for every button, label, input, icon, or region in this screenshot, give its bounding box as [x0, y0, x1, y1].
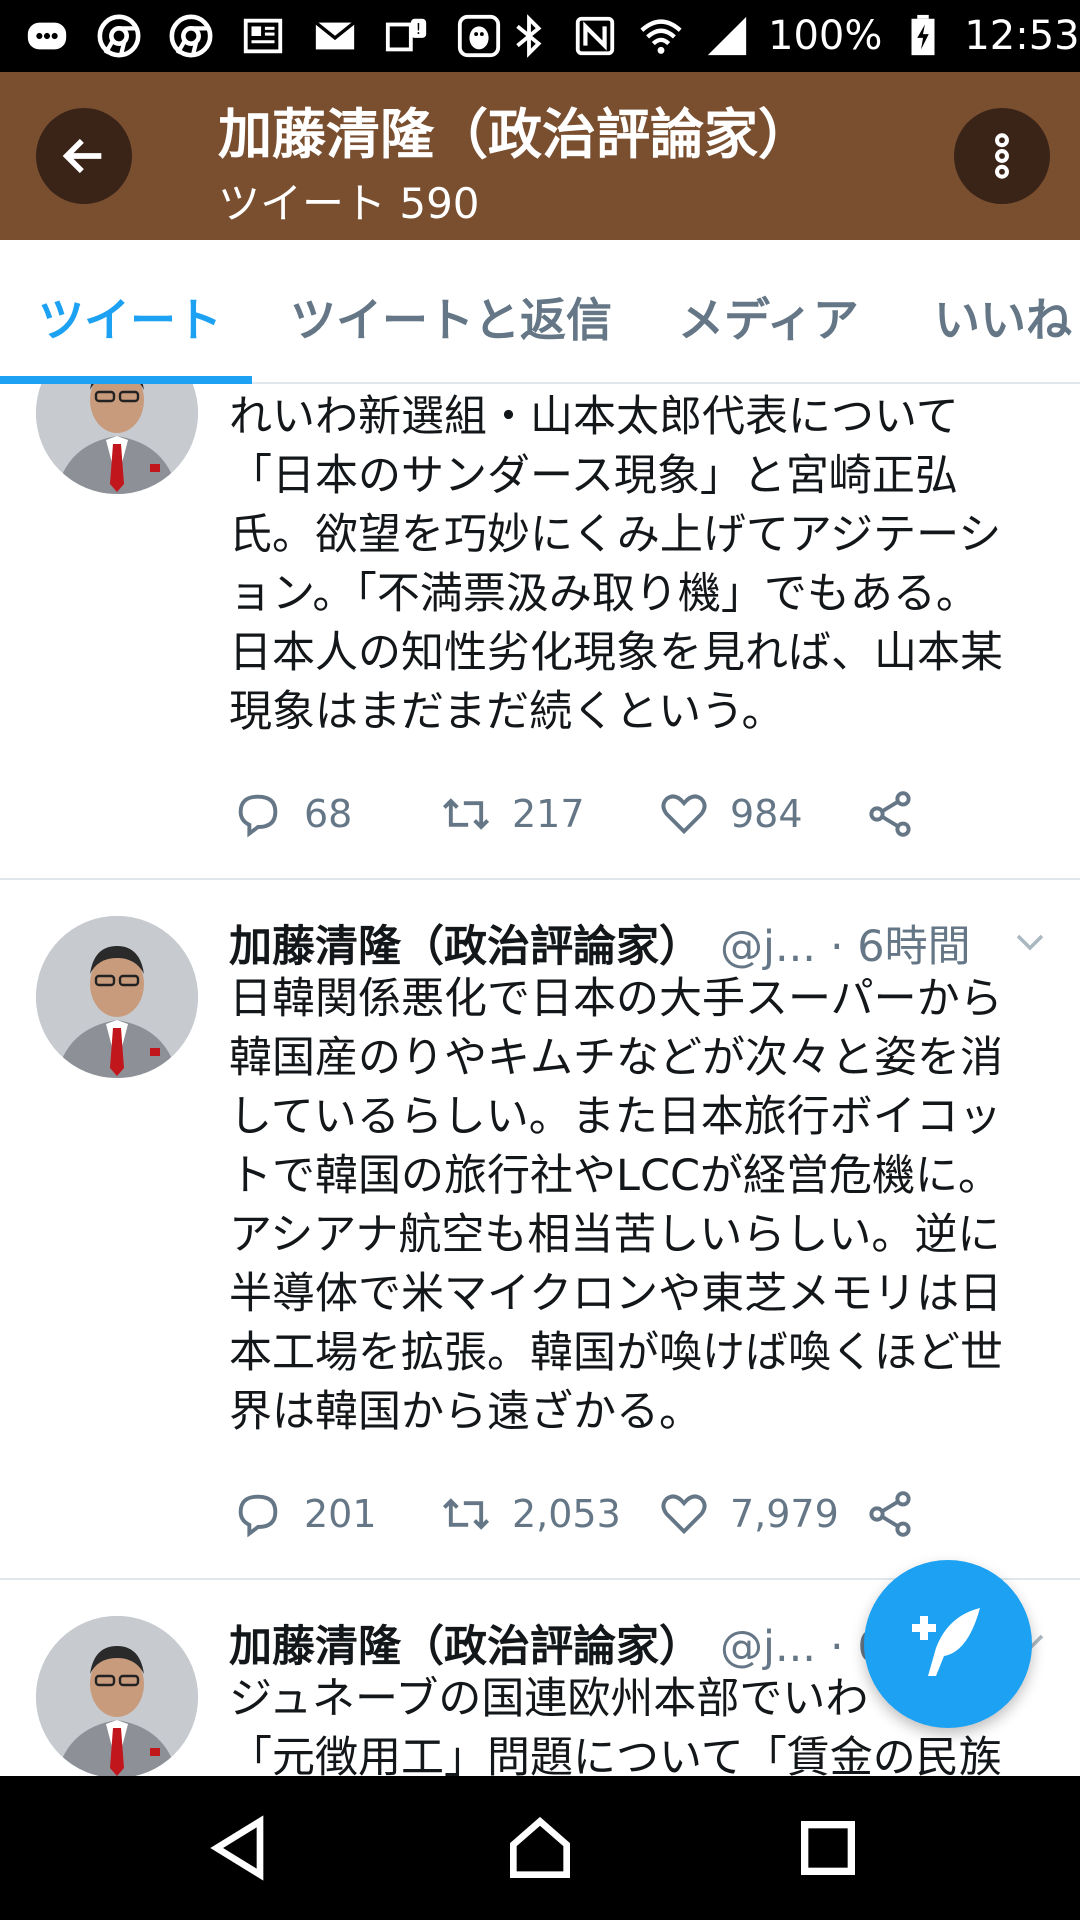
mail-icon [310, 11, 360, 61]
tweet-line: 現象はまだまだ続くという。 [229, 687, 785, 737]
author-name[interactable]: 加藤清隆（政治評論家） [229, 1612, 702, 1674]
news-icon [238, 11, 288, 61]
tweet-actions: 201 2,053 7,979 [232, 1488, 952, 1548]
tweet-line: 「元徴用工」問題について「賃金の民族 [229, 1733, 1002, 1776]
cellular-signal-icon [702, 11, 752, 61]
tweet-line: 半導体で米マイクロンや東芝メモリは日 [229, 1269, 1003, 1319]
retweet-count: 2,053 [512, 1492, 621, 1536]
chrome-icon [166, 11, 216, 61]
heart-icon [661, 794, 707, 835]
back-triangle-icon [210, 1815, 264, 1881]
heart-icon [661, 1494, 707, 1535]
notification-icons: ! [22, 11, 504, 61]
message-alert-icon: ! [382, 11, 432, 61]
more-options-button[interactable] [954, 108, 1050, 204]
arrow-left-icon [62, 138, 102, 174]
author-handle[interactable]: @j... [720, 922, 816, 972]
avatar[interactable] [36, 384, 198, 494]
chevron-down-icon[interactable] [1012, 924, 1048, 960]
tweet-line: 日韓関係悪化で日本の大手スーパーから [229, 974, 1003, 1024]
reply-icon [238, 794, 278, 838]
battery-charging-icon [898, 11, 948, 61]
tab-tweets-and-replies[interactable]: ツイートと返信 [290, 284, 612, 350]
chrome-icon [94, 11, 144, 61]
tweet-header: 加藤清隆（政治評論家） @j... · 6時間 [229, 912, 971, 974]
tweet-text: 日韓関係悪化で日本の大手スーパーから 韓国産のりやキムチなどが次々と姿を消 して… [229, 970, 1049, 1442]
tweet-count: ツイート 590 [218, 179, 480, 228]
tweet-line: 日本人の知性劣化現象を見れば、山本某 [229, 628, 1003, 678]
retweet-button[interactable]: 217 [440, 788, 585, 840]
home-icon [510, 1816, 570, 1878]
tweet-line: アシアナ航空も相当苦しいらしい。逆に [229, 1210, 1001, 1260]
author-name[interactable]: 加藤清隆（政治評論家） [229, 912, 702, 974]
tweet-item[interactable]: 加藤清隆（政治評論家） @j... · 6時間 日韓関係悪化で日本の大手スーパー… [0, 880, 1080, 1580]
wifi-icon [636, 11, 686, 61]
avatar[interactable] [36, 1616, 198, 1776]
like-count: 7,979 [730, 1492, 839, 1536]
tweet-header: 加藤清隆（政治評論家） @j... · 6 [229, 1612, 885, 1674]
active-tab-indicator [0, 376, 252, 384]
nfc-icon [570, 11, 620, 61]
reply-icon [238, 1494, 278, 1538]
tweet-line: しているらしい。また日本旅行ボイコッ [229, 1092, 1002, 1142]
avatar[interactable] [36, 916, 198, 1078]
tab-media[interactable]: メディア [678, 284, 859, 350]
tab-likes[interactable]: いいね [934, 284, 1072, 350]
tweet-line: 界は韓国から遠ざかる。 [229, 1387, 702, 1437]
bird-icon [454, 11, 504, 61]
retweet-button[interactable]: 2,053 [440, 1488, 621, 1540]
back-button[interactable] [36, 108, 132, 204]
share-button[interactable] [864, 788, 916, 840]
more-vertical-icon [995, 133, 1009, 179]
bluetooth-icon [504, 11, 554, 61]
reply-count: 201 [304, 1492, 377, 1536]
retweet-icon [442, 1498, 490, 1530]
tweet-line: ョン。「不満票汲み取り機」でもある。 [229, 569, 979, 619]
tweet-line: 韓国産のりやキムチなどが次々と姿を消 [229, 1033, 1003, 1083]
tweet-item[interactable]: れいわ新選組・山本太郎代表について 「日本のサンダース現象」と宮崎正弘 氏。欲望… [0, 384, 1080, 880]
nav-home-button[interactable] [500, 1808, 580, 1888]
like-button[interactable]: 7,979 [658, 1488, 839, 1540]
tweet-line: 氏。欲望を巧妙にくみ上げてアジテーシ [229, 510, 1002, 560]
compose-tweet-icon [912, 1608, 980, 1676]
compose-tweet-button[interactable] [864, 1560, 1032, 1728]
tweet-line: れいわ新選組・山本太郎代表について [229, 392, 959, 442]
svg-text:!: ! [415, 20, 421, 38]
profile-header: 加藤清隆（政治評論家） ツイート 590 [0, 72, 1080, 240]
nav-recents-button[interactable] [788, 1808, 868, 1888]
battery-percent: 100% [768, 13, 883, 59]
profile-name: 加藤清隆（政治評論家） [218, 103, 812, 166]
tweet-time: · 6時間 [829, 922, 971, 972]
tweet-line: 本工場を拡張。韓国が喚けば喚くほど世 [229, 1328, 1003, 1378]
reply-count: 68 [304, 792, 353, 836]
clock: 12:53 [964, 13, 1080, 59]
like-button[interactable]: 984 [658, 788, 803, 840]
chat-bubble-icon [22, 11, 72, 61]
nav-back-button[interactable] [200, 1808, 280, 1888]
reply-button[interactable]: 68 [232, 788, 352, 840]
like-count: 984 [730, 792, 803, 836]
retweet-count: 217 [512, 792, 585, 836]
tab-tweets[interactable]: ツイート [38, 284, 222, 350]
system-nav-bar [0, 1776, 1080, 1920]
tweet-actions: 68 217 984 [232, 788, 952, 848]
profile-tabs: ツイート ツイートと返信 メディア いいね [0, 240, 1080, 384]
share-icon [869, 1491, 911, 1537]
share-icon [869, 791, 911, 837]
tweet-line: トで韓国の旅行社やLCCが経営危機に。 [229, 1151, 1002, 1201]
tweet-text: れいわ新選組・山本太郎代表について 「日本のサンダース現象」と宮崎正弘 氏。欲望… [229, 388, 1049, 742]
author-handle[interactable]: @j... [720, 1622, 816, 1672]
reply-button[interactable]: 201 [232, 1488, 377, 1540]
retweet-icon [442, 798, 490, 830]
recents-square-icon [801, 1821, 855, 1875]
share-button[interactable] [864, 1488, 916, 1540]
status-bar: ! 100% 12:53 [0, 0, 1080, 72]
tweet-line: 「日本のサンダース現象」と宮崎正弘 [229, 451, 958, 501]
